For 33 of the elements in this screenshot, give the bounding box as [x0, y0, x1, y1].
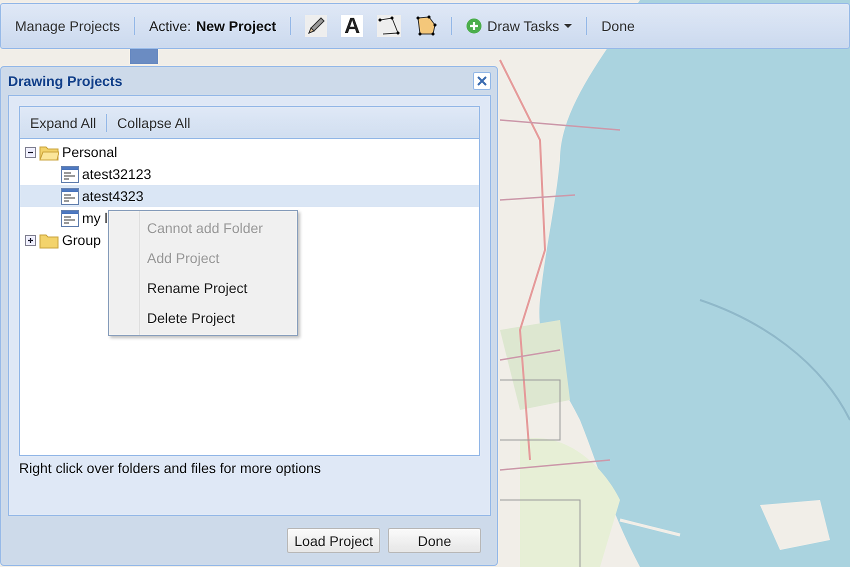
done-button[interactable]: Done: [388, 528, 481, 553]
expand-all-button[interactable]: Expand All: [24, 112, 102, 132]
hint-text: Right click over folders and files for more options: [19, 460, 322, 476]
load-project-button[interactable]: Load Project: [287, 528, 380, 553]
done-link[interactable]: Done: [595, 15, 641, 37]
expand-icon[interactable]: [25, 234, 36, 246]
tree-item[interactable]: my l: [82, 210, 108, 226]
text-tool-button[interactable]: A: [341, 15, 364, 37]
add-icon: [466, 18, 482, 34]
tree-item[interactable]: Personal: [62, 144, 118, 160]
dialog-title: Drawing Projects: [8, 73, 122, 89]
collapse-icon[interactable]: [25, 146, 36, 158]
document-icon: [61, 166, 79, 182]
menu-item[interactable]: Delete Project: [109, 303, 297, 333]
tree-item[interactable]: Group: [62, 232, 101, 248]
active-project-name: New Project: [196, 18, 276, 34]
draw-tasks-button[interactable]: Draw Tasks: [460, 15, 578, 37]
caret-icon: [564, 24, 572, 28]
collapse-all-button[interactable]: Collapse All: [111, 112, 196, 132]
active-label: Active:: [149, 18, 192, 34]
close-button[interactable]: [473, 72, 491, 90]
close-icon: [477, 76, 487, 86]
line-icon[interactable]: [377, 15, 402, 37]
document-icon: [61, 210, 79, 226]
tree-item[interactable]: atest32123: [82, 166, 152, 182]
document-icon: [61, 188, 79, 204]
polygon-icon[interactable]: [415, 15, 438, 37]
tree-item[interactable]: atest4323: [82, 188, 144, 204]
menu-item[interactable]: Rename Project: [109, 273, 297, 303]
folder-icon: [39, 232, 59, 248]
folder-icon: [39, 144, 59, 160]
pencil-icon[interactable]: [305, 15, 328, 37]
manage-projects-link[interactable]: Manage Projects: [9, 15, 126, 37]
